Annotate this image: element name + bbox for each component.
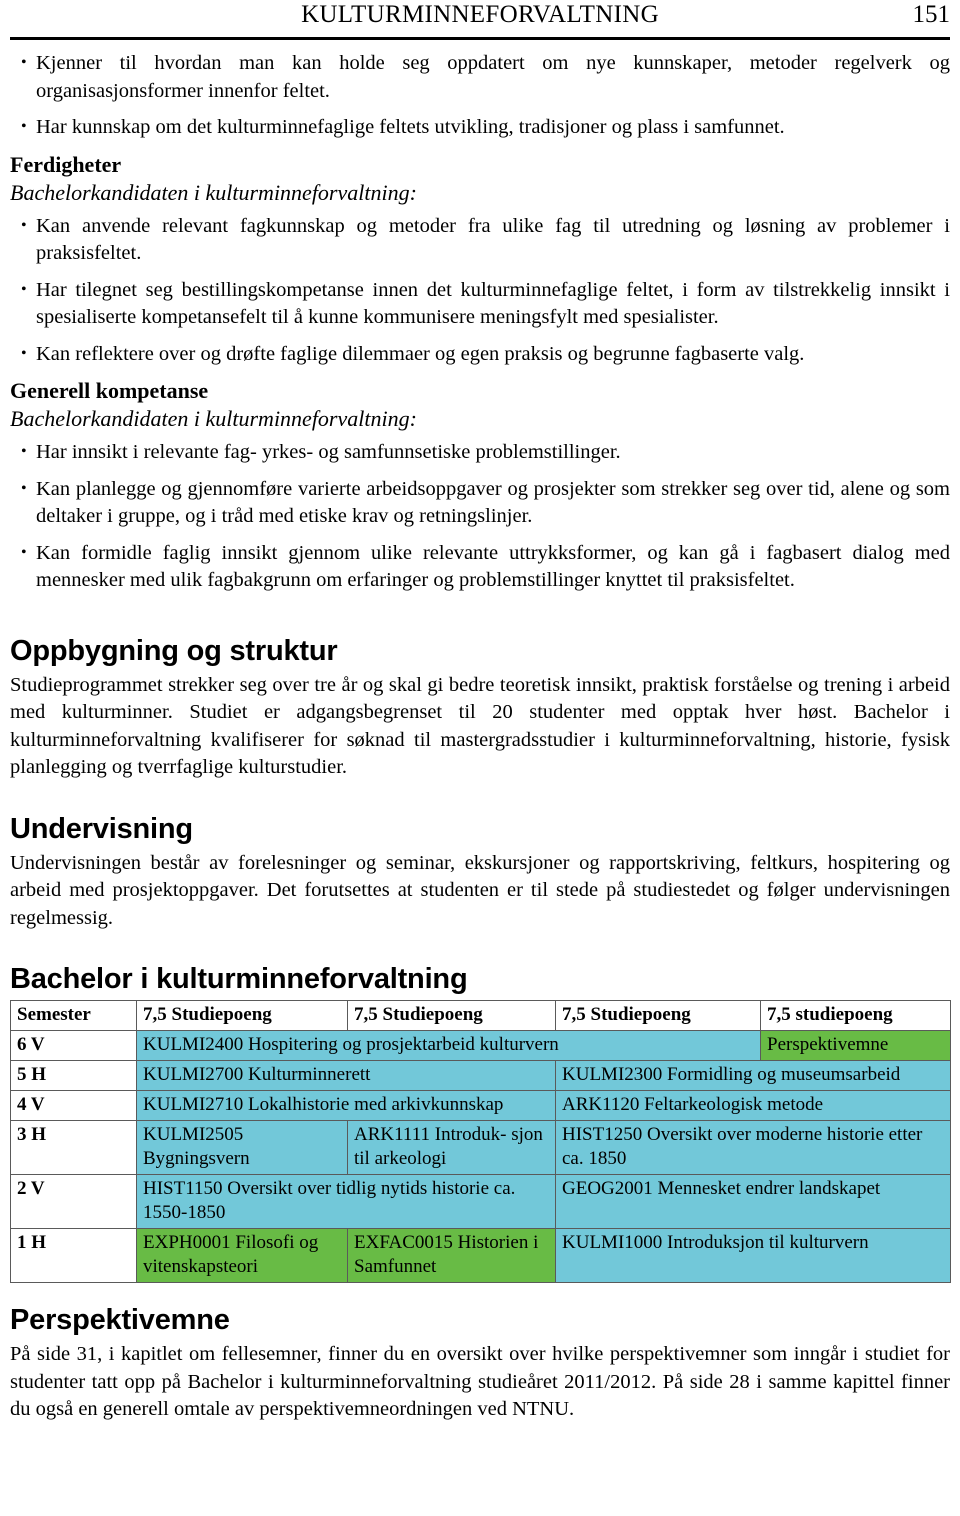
course-cell: EXFAC0015 Historien i Samfunnet	[347, 1228, 556, 1283]
course-cell: KULMI2505 Bygningsvern	[136, 1120, 348, 1175]
table-row: 3 H KULMI2505 Bygningsvern ARK1111 Intro…	[10, 1120, 951, 1175]
course-cell: Perspektivemne	[760, 1030, 951, 1061]
table-row: 1 H EXPH0001 Filosofi og vitenskapsteori…	[10, 1228, 951, 1283]
course-cell: ARK1120 Feltarkeologisk metode	[555, 1090, 951, 1121]
list-item: Kan formidle faglig innsikt gjennom ulik…	[10, 539, 950, 595]
list-item: Har innsikt i relevante fag- yrkes- og s…	[10, 438, 950, 467]
course-cell: HIST1150 Oversikt over tidlig nytids his…	[136, 1174, 556, 1229]
undervisning-heading: Undervisning	[10, 812, 193, 845]
list-item: Har kunnskap om det kulturminnefaglige f…	[10, 113, 950, 142]
column-header-studiepoeng-3: 7,5 Studiepoeng	[555, 1000, 761, 1031]
course-cell: HIST1250 Oversikt over moderne historie …	[555, 1120, 951, 1175]
course-cell: ARK1111 Introduk- sjon til arkeologi	[347, 1120, 556, 1175]
course-cell: KULMI2300 Formidling og museumsarbeid	[555, 1060, 951, 1091]
course-cell: KULMI2700 Kulturminnerett	[136, 1060, 556, 1091]
list-item: Kan planlegge og gjennomføre varierte ar…	[10, 475, 950, 531]
table-row: 2 V HIST1150 Oversikt over tidlig nytids…	[10, 1174, 951, 1229]
semester-cell: 4 V	[10, 1090, 137, 1121]
semester-cell: 5 H	[10, 1060, 137, 1091]
semester-cell: 1 H	[10, 1228, 137, 1283]
generell-kompetanse-subheading: Bachelorkandidaten i kulturminneforvaltn…	[10, 406, 417, 431]
column-header-studiepoeng-1: 7,5 Studiepoeng	[136, 1000, 348, 1031]
course-cell: KULMI1000 Introduksjon til kulturvern	[555, 1228, 951, 1283]
course-cell: KULMI2400 Hospitering og prosjektarbeid …	[136, 1030, 761, 1061]
semester-cell: 6 V	[10, 1030, 137, 1061]
running-header-title: KULTURMINNEFORVALTNING	[301, 1, 659, 28]
table-row: 6 V KULMI2400 Hospitering og prosjektarb…	[10, 1030, 951, 1061]
table-row: 4 V KULMI2710 Lokalhistorie med arkivkun…	[10, 1090, 951, 1121]
course-cell: KULMI2710 Lokalhistorie med arkivkunnska…	[136, 1090, 556, 1121]
page-number: 151	[912, 1, 951, 28]
semester-cell: 3 H	[10, 1120, 137, 1175]
generell-kompetanse-bullet-list: Har innsikt i relevante fag- yrkes- og s…	[10, 438, 950, 595]
perspektivemne-heading: Perspektivemne	[10, 1304, 230, 1336]
course-cell: EXPH0001 Filosofi og vitenskapsteori	[136, 1228, 348, 1283]
ferdigheter-subheading: Bachelorkandidaten i kulturminneforvaltn…	[10, 179, 417, 205]
list-item: Kan reflektere over og drøfte faglige di…	[10, 340, 950, 369]
table-row: 5 H KULMI2700 Kulturminnerett KULMI2300 …	[10, 1060, 951, 1091]
column-header-semester: Semester	[10, 1000, 137, 1031]
column-header-studiepoeng-2: 7,5 Studiepoeng	[347, 1000, 556, 1031]
study-plan-table: Semester 7,5 Studiepoeng 7,5 Studiepoeng…	[10, 1000, 951, 1283]
oppbygning-heading: Oppbygning og struktur	[10, 634, 338, 667]
oppbygning-paragraph: Studieprogrammet strekker seg over tre å…	[10, 673, 950, 779]
course-cell: GEOG2001 Mennesket endrer landskapet	[555, 1174, 951, 1229]
semester-cell: 2 V	[10, 1174, 137, 1229]
ferdigheter-bullet-list: Kan anvende relevant fagkunnskap og meto…	[10, 212, 950, 369]
undervisning-paragraph: Undervisningen består av forelesninger o…	[10, 851, 950, 929]
plan-heading: Bachelor i kulturminneforvaltning	[10, 963, 468, 995]
ferdigheter-heading: Ferdigheter	[10, 151, 122, 177]
column-header-studiepoeng-4: 7,5 studiepoeng	[760, 1000, 951, 1031]
list-item: Har tilegnet seg bestillingskompetanse i…	[10, 276, 950, 332]
table-header-row: Semester 7,5 Studiepoeng 7,5 Studiepoeng…	[10, 1000, 951, 1031]
document-page: KULTURMINNEFORVALTNING 151 Kjenner til h…	[0, 0, 960, 1516]
list-item: Kan anvende relevant fagkunnskap og meto…	[10, 212, 950, 268]
perspektivemne-paragraph: På side 31, i kapitlet om fellesemner, f…	[10, 1343, 950, 1420]
list-item: Kjenner til hvordan man kan holde seg op…	[10, 49, 950, 105]
generell-kompetanse-heading: Generell kompetanse	[10, 378, 209, 403]
kunnskaper-bullet-list: Kjenner til hvordan man kan holde seg op…	[10, 49, 950, 142]
running-header: KULTURMINNEFORVALTNING 151	[10, 0, 950, 34]
